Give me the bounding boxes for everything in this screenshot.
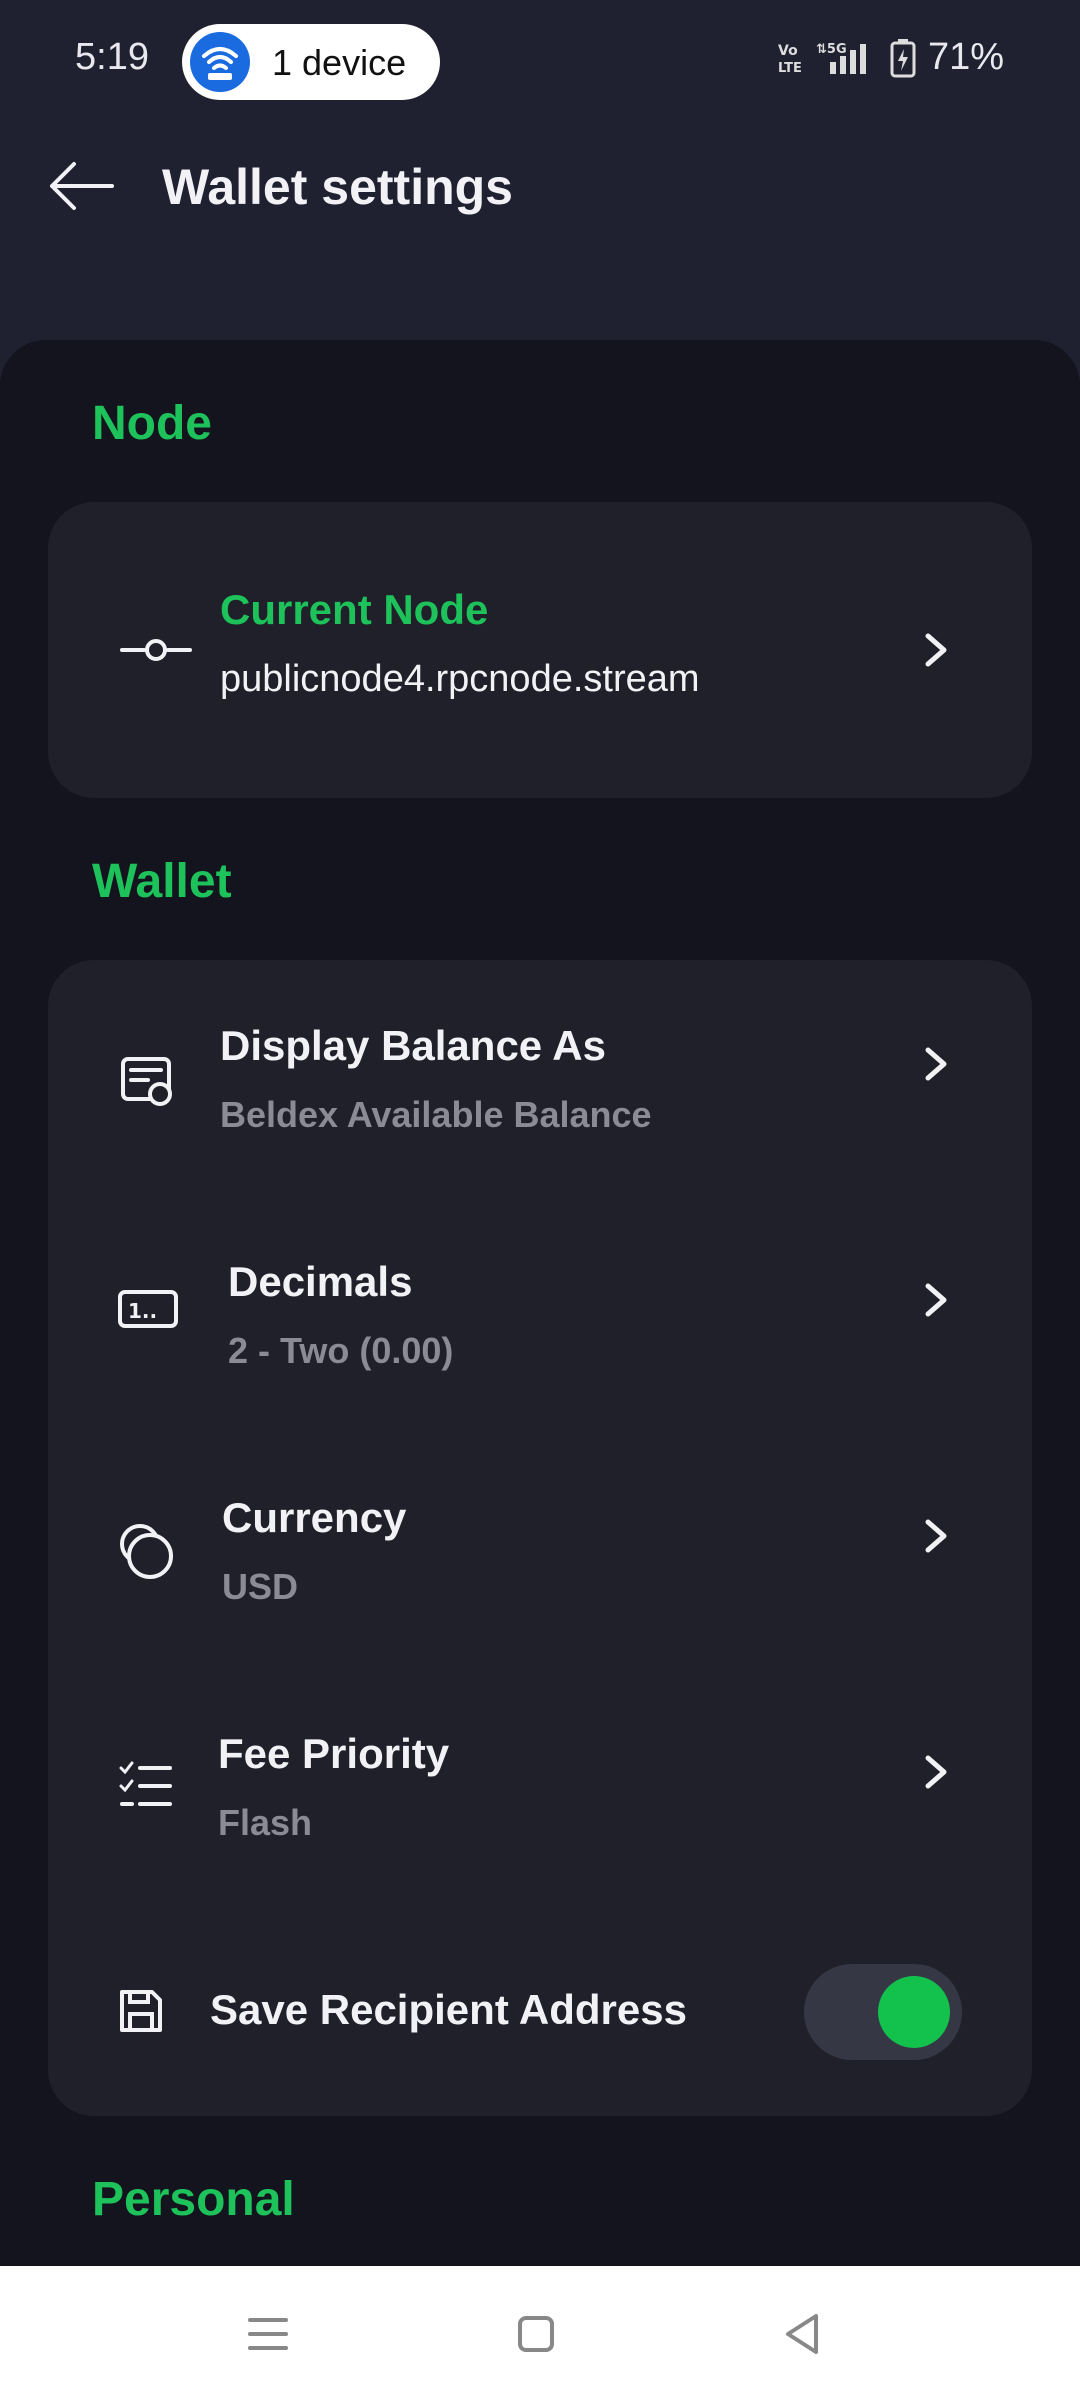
app-header: Wallet settings [0, 124, 1080, 254]
hotspot-indicator[interactable]: 1 device [182, 24, 440, 100]
back-button[interactable] [44, 154, 120, 218]
home-square-icon [518, 2316, 554, 2352]
battery-percent: 71% [927, 36, 1004, 78]
currency-coins-icon [120, 1524, 173, 1579]
save-recipient-label: Save Recipient Address [210, 1986, 687, 2033]
chevron-right-icon [925, 1047, 947, 1081]
display-balance-title: Display Balance As [220, 1022, 606, 1069]
display-balance-row[interactable]: Display Balance As Beldex Available Bala… [48, 988, 1032, 1188]
fee-priority-value: Flash [218, 1802, 313, 1843]
section-title-wallet: Wallet [92, 855, 232, 908]
nav-home-button[interactable] [506, 2304, 566, 2364]
svg-text:Vo: Vo [778, 43, 798, 59]
svg-text:⇅5G: ⇅5G [816, 42, 847, 57]
display-balance-value: Beldex Available Balance [220, 1094, 652, 1135]
node-card: Current Node publicnode4.rpcnode.stream [48, 502, 1032, 798]
decimals-title: Decimals [228, 1258, 413, 1305]
wallet-card: Display Balance As Beldex Available Bala… [48, 960, 1032, 2116]
currency-value: USD [222, 1566, 299, 1607]
save-floppy-icon [120, 1990, 162, 2032]
currency-title: Currency [222, 1494, 407, 1541]
chevron-right-icon [925, 1755, 947, 1789]
toggle-knob [878, 1976, 950, 2048]
chevron-right-icon [925, 633, 947, 667]
decimals-value: 2 - Two (0.00) [228, 1330, 454, 1371]
battery-charging-icon [890, 38, 916, 77]
settings-panel: Node Current Node publicnode4.rpcnode.st… [0, 340, 1080, 2266]
decimals-row[interactable]: 1.. Decimals 2 - Two (0.00) [48, 1224, 1032, 1424]
arrow-left-icon [50, 162, 114, 210]
nav-menu-button[interactable] [238, 2304, 298, 2364]
balance-card-icon [121, 1057, 172, 1106]
system-nav-bar [0, 2266, 1080, 2400]
status-bar: 5:19 1 device Vo LTE ⇅5G 71% [0, 0, 1080, 124]
fee-priority-title: Fee Priority [218, 1730, 450, 1777]
volte-icon: Vo LTE [778, 43, 802, 75]
node-commit-icon [120, 639, 192, 661]
menu-icon [248, 2318, 288, 2350]
checklist-icon [119, 1761, 172, 1806]
svg-text:1..: 1.. [128, 1299, 157, 1323]
save-recipient-toggle[interactable] [804, 1964, 962, 2060]
page-title: Wallet settings [162, 159, 513, 215]
back-triangle-icon [786, 2314, 818, 2354]
section-title-node: Node [92, 397, 212, 450]
status-icons: Vo LTE ⇅5G 71% [778, 36, 1004, 79]
chevron-right-icon [925, 1283, 947, 1317]
save-recipient-row[interactable]: Save Recipient Address [48, 1964, 1032, 2060]
hotspot-label: 1 device [272, 42, 407, 83]
status-time: 5:19 [75, 36, 149, 78]
nav-back-button[interactable] [772, 2304, 832, 2364]
fee-priority-row[interactable]: Fee Priority Flash [48, 1696, 1032, 1896]
5g-signal-icon: ⇅5G [816, 42, 866, 74]
current-node-row[interactable]: Current Node publicnode4.rpcnode.stream [48, 502, 1032, 798]
current-node-value: publicnode4.rpcnode.stream [220, 658, 700, 700]
svg-text:LTE: LTE [778, 61, 802, 75]
decimals-icon: 1.. [118, 1290, 178, 1328]
hotspot-icon [190, 32, 250, 92]
currency-row[interactable]: Currency USD [48, 1460, 1032, 1660]
section-title-personal: Personal [92, 2173, 295, 2226]
chevron-right-icon [925, 1519, 947, 1553]
current-node-label: Current Node [220, 586, 489, 633]
